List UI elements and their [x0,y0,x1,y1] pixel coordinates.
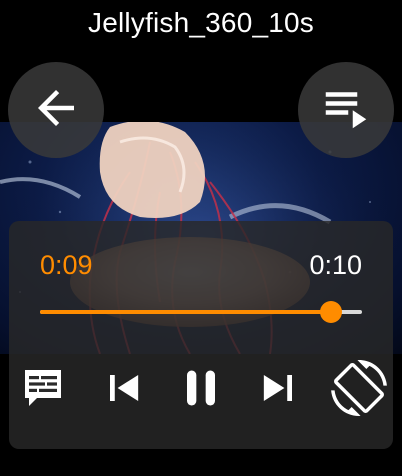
subtitles-icon [19,364,67,417]
total-duration: 0:10 [309,250,362,280]
video-title: Jellyfish_360_10s [88,7,314,38]
back-button[interactable] [8,62,104,158]
playlist-play-icon [319,81,373,140]
playlist-button[interactable] [298,62,394,158]
rotate-button[interactable] [330,359,388,421]
pause-button[interactable] [171,362,231,418]
pause-icon [173,360,229,421]
seek-progress [40,310,332,314]
subtitles-button[interactable] [18,362,68,418]
screen-rotation-icon [331,359,387,421]
next-button[interactable] [252,362,306,418]
arrow-left-icon [29,81,83,140]
seek-bar[interactable] [40,301,362,323]
current-time: 0:09 [40,250,93,280]
previous-button[interactable] [96,362,150,418]
skip-previous-icon [97,362,149,419]
skip-next-icon [253,362,305,419]
